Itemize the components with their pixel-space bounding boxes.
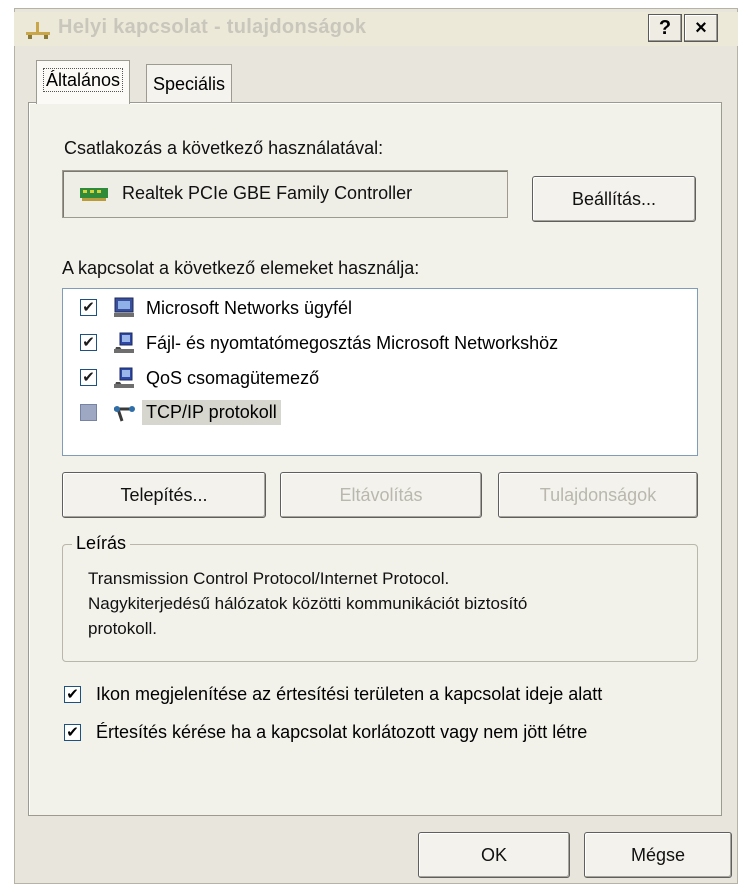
tab-advanced-label: Speciális: [153, 74, 226, 94]
ok-button[interactable]: OK: [418, 832, 570, 878]
components-label: A kapcsolat a következő elemeket használ…: [62, 258, 420, 278]
checkbox-show-notification-icon[interactable]: ✔: [64, 686, 81, 703]
checkbox-notify-limited-connectivity[interactable]: ✔: [64, 724, 81, 741]
component-label-microsoft-networks-client[interactable]: Microsoft Networks ügyfél: [146, 298, 352, 319]
description-line-1: Transmission Control Protocol/Internet P…: [88, 569, 450, 588]
connect-using-label: Csatlakozás a következő használatával:: [64, 138, 384, 158]
uninstall-button[interactable]: Eltávolítás: [280, 472, 482, 518]
show-notification-icon-label[interactable]: Ikon megjelenítése az értesítési terület…: [96, 684, 602, 705]
install-button[interactable]: Telepítés...: [62, 472, 266, 518]
adapter-name: Realtek PCIe GBE Family Controller: [122, 183, 413, 203]
component-label-tcp-ip[interactable]: TCP/IP protokoll: [142, 400, 281, 425]
description-text: Transmission Control Protocol/Internet P…: [88, 566, 678, 641]
file-printer-sharing-icon: [114, 332, 134, 353]
close-button[interactable]: ×: [684, 14, 718, 42]
checkbox-file-printer-sharing[interactable]: ✔: [80, 334, 97, 351]
cancel-button[interactable]: Mégse: [584, 832, 732, 878]
tab-advanced[interactable]: Speciális: [146, 64, 233, 102]
configure-button[interactable]: Beállítás...: [532, 176, 696, 222]
qos-scheduler-icon: [114, 367, 134, 388]
network-client-icon: [114, 297, 134, 317]
window-title: Helyi kapcsolat - tulajdonságok: [58, 16, 367, 38]
network-adapter-icon: [80, 188, 108, 201]
description-line-3: protokoll.: [88, 619, 157, 638]
properties-button[interactable]: Tulajdonságok: [498, 472, 698, 518]
close-icon: ×: [695, 17, 707, 39]
notify-limited-connectivity-label[interactable]: Értesítés kérése ha a kapcsolat korlátoz…: [96, 722, 587, 743]
description-line-2: Nagykiterjedésű hálózatok közötti kommun…: [88, 594, 528, 613]
checkbox-microsoft-networks-client[interactable]: ✔: [80, 299, 97, 316]
help-button[interactable]: ?: [648, 14, 682, 42]
description-legend: Leírás: [72, 533, 131, 554]
checkbox-qos-scheduler[interactable]: ✔: [80, 369, 97, 386]
checkbox-tcp-ip[interactable]: [80, 404, 97, 421]
component-label-file-printer-sharing[interactable]: Fájl- és nyomtatómegosztás Microsoft Net…: [146, 333, 558, 354]
network-connection-icon: [26, 22, 50, 39]
tab-general[interactable]: Általános: [36, 60, 131, 104]
protocol-icon: [114, 406, 135, 422]
component-label-qos-scheduler[interactable]: QoS csomagütemező: [146, 368, 319, 389]
tab-general-label: Általános: [43, 68, 124, 92]
